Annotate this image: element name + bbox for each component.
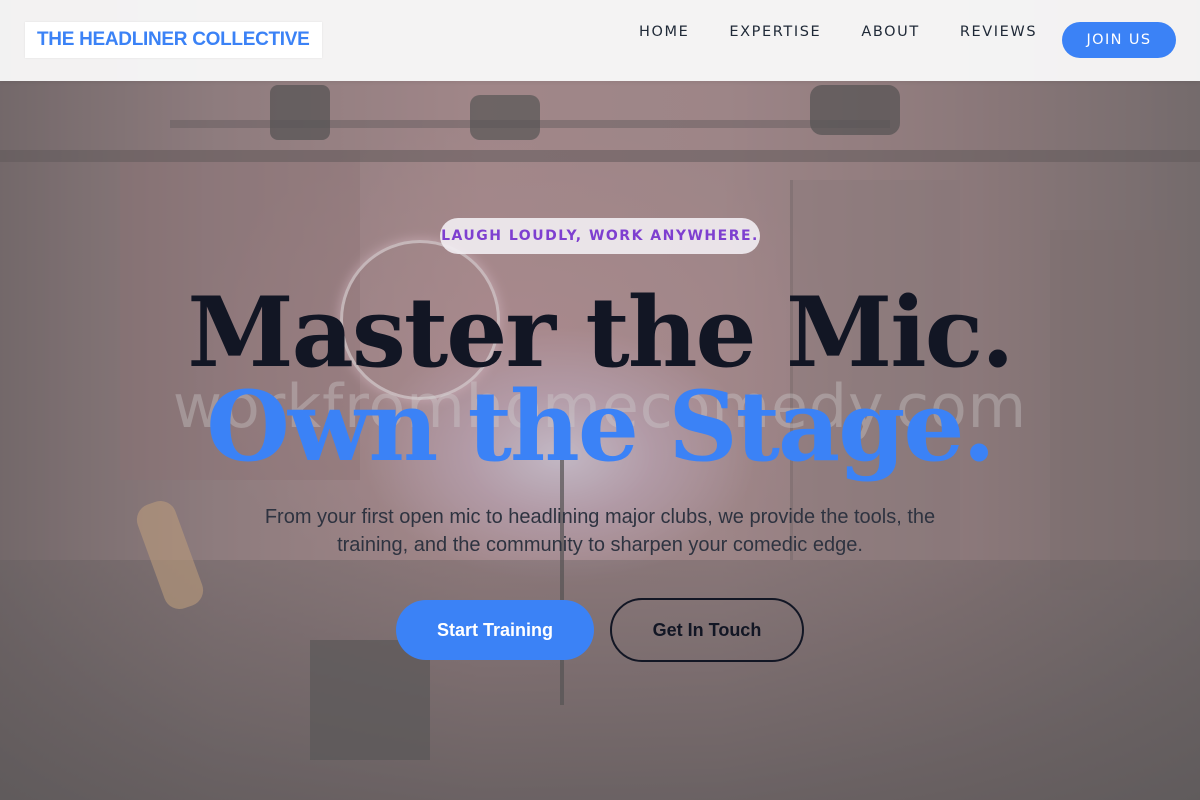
site-logo[interactable]: THE HEADLINER COLLECTIVE <box>25 22 322 58</box>
get-in-touch-button[interactable]: Get In Touch <box>610 598 804 662</box>
site-header: THE HEADLINER COLLECTIVE HOME EXPERTISE … <box>0 0 1200 81</box>
main-nav: HOME EXPERTISE ABOUT REVIEWS <box>639 22 1077 42</box>
join-us-button[interactable]: JOIN US <box>1062 22 1176 58</box>
hero-headline-line2: Own the Stage. <box>206 370 996 483</box>
hero-tagline: LAUGH LOUDLY, WORK ANYWHERE. <box>440 218 760 254</box>
start-training-button[interactable]: Start Training <box>396 600 594 660</box>
nav-reviews[interactable]: REVIEWS <box>960 22 1037 42</box>
nav-home[interactable]: HOME <box>639 22 689 42</box>
nav-expertise[interactable]: EXPERTISE <box>729 22 821 42</box>
hero-subtext: From your first open mic to headlining m… <box>264 506 936 556</box>
landing-page: workfromhomecomedy.com THE HEADLINER COL… <box>0 0 1200 800</box>
nav-about[interactable]: ABOUT <box>861 22 920 42</box>
